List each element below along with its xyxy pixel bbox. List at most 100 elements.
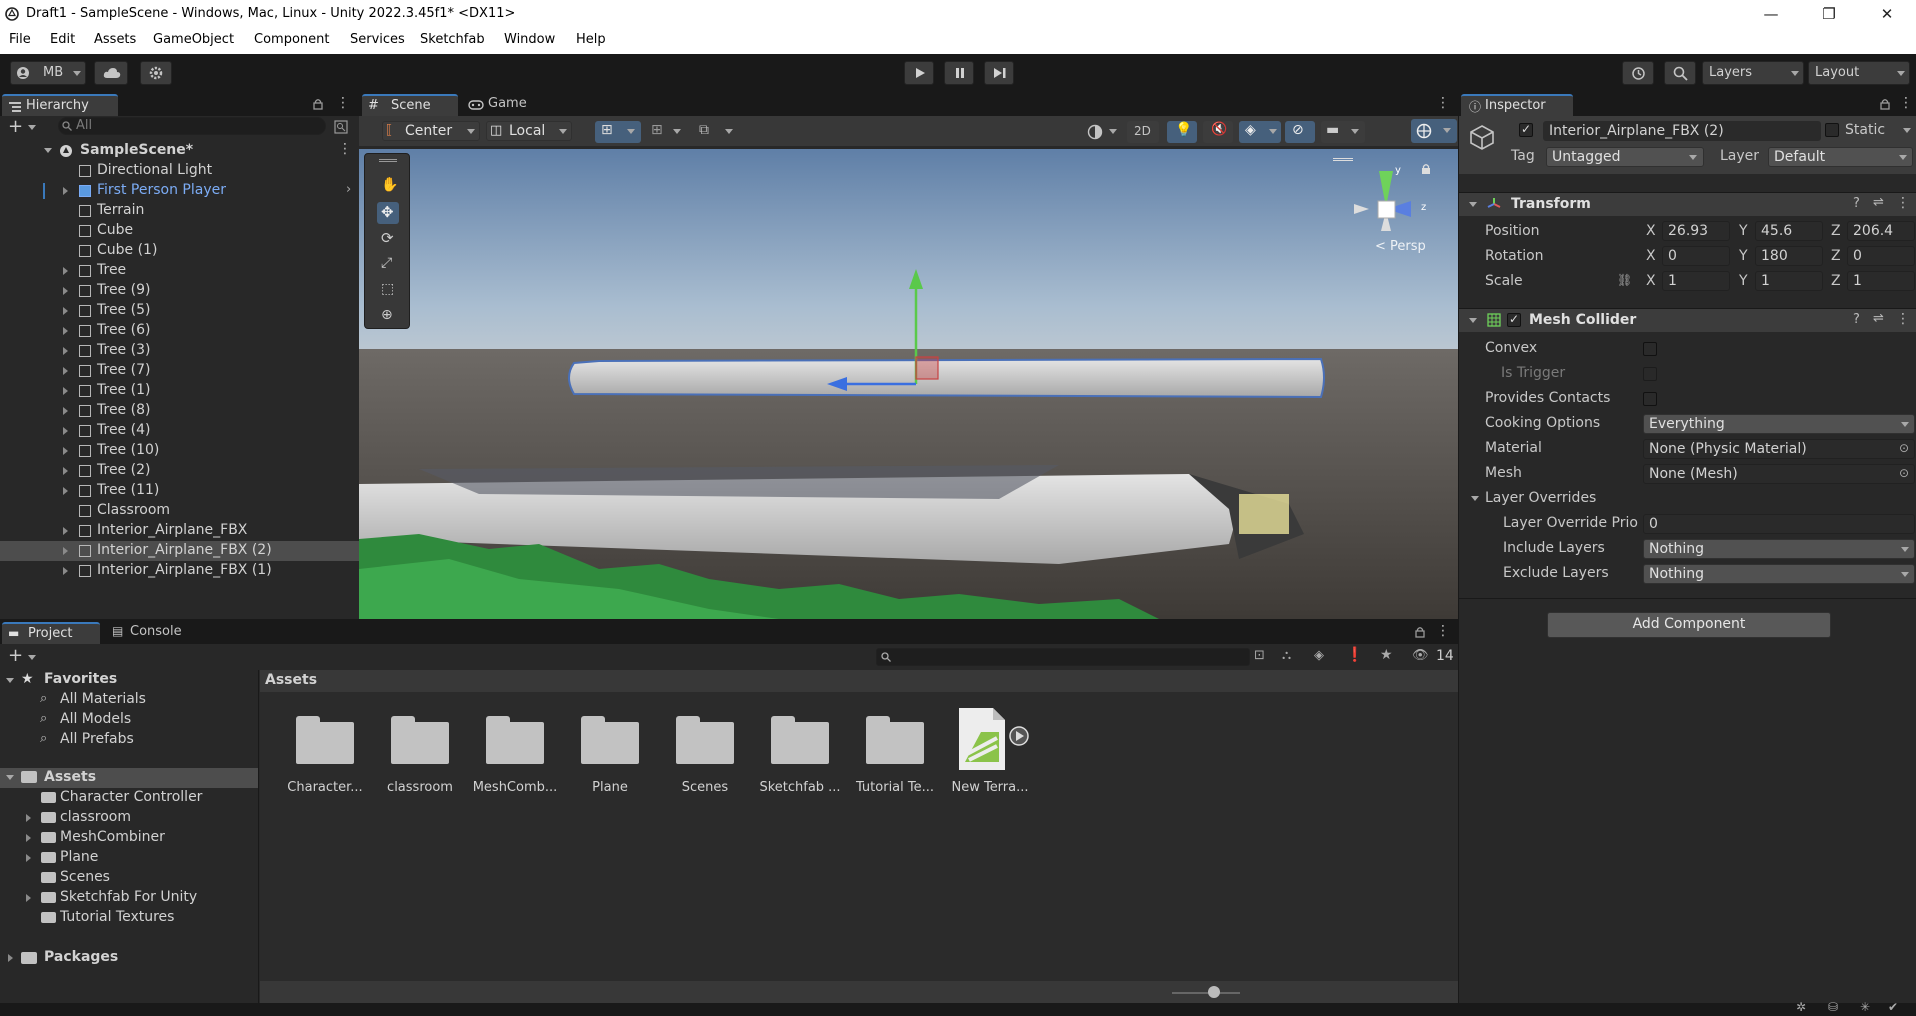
static-checkbox[interactable] [1825,123,1839,137]
grid-visibility-toggle[interactable]: ⊞ [647,121,685,143]
hierarchy-row[interactable]: Tree [0,261,359,281]
object-name-input[interactable]: Interior_Airplane_FBX (2) [1543,121,1821,141]
expand-arrow-icon[interactable] [26,854,31,862]
audio-toggle[interactable]: 🔇 [1203,121,1233,143]
kebab-menu-icon[interactable]: ⋮ [1436,623,1450,639]
help-icon[interactable]: ? [1853,312,1860,327]
space-dropdown[interactable]: ◫ Local [486,121,572,141]
preset-sliders-icon[interactable]: ⇌ [1873,311,1884,326]
expand-arrow-icon[interactable] [63,527,68,535]
add-icon[interactable]: + [8,116,23,137]
menu-component[interactable]: Component [254,32,329,47]
menu-edit[interactable]: Edit [50,32,75,47]
asset-grid-item[interactable]: Plane [565,700,655,810]
hierarchy-row[interactable]: Terrain [0,201,359,221]
tag-dropdown[interactable]: Untagged [1546,147,1704,167]
expand-arrow-icon[interactable] [63,547,68,555]
kebab-menu-icon[interactable]: ⋮ [1896,195,1910,211]
expand-arrow-icon[interactable] [63,327,68,335]
active-checkbox[interactable]: ✓ [1519,122,1533,137]
step-button[interactable] [984,61,1014,85]
settings-button[interactable] [140,61,172,85]
packages-label[interactable]: Packages [44,949,118,965]
tab-scene[interactable]: # Scene [362,94,458,116]
asset-grid-item[interactable]: classroom [375,700,465,810]
fav-all-prefabs[interactable]: All Prefabs [60,731,134,747]
expand-arrow-icon[interactable] [63,427,68,435]
asset-folder-row[interactable]: Character Controller [0,788,258,808]
draw-mode-dropdown[interactable] [1083,121,1121,143]
kebab-menu-icon[interactable]: ⋮ [1899,95,1913,111]
grid-snap-toggle[interactable]: ⊞ [595,121,641,143]
tab-game[interactable]: Game [464,94,544,116]
scene-visibility-toggle[interactable]: ⊘ [1285,121,1315,143]
open-prefab-chevron-icon[interactable]: › [346,182,351,197]
asset-grid-item[interactable]: New Terra... [945,700,1035,810]
filter-by-label-icon[interactable]: ◈ [1314,648,1324,663]
toggle-2d-button[interactable]: 2D [1127,121,1159,143]
asset-folder-row[interactable]: Plane [0,848,258,868]
hierarchy-row[interactable]: Tree (2) [0,461,359,481]
camera-dropdown[interactable]: ▬ [1321,121,1365,143]
check-circle-icon[interactable]: ✔ [1888,1000,1898,1014]
expand-arrow-icon[interactable] [63,487,68,495]
rotate-tool-button[interactable]: ⟳ [377,228,399,250]
mesh-collider-header[interactable]: ✓ Mesh Collider ? ⇌ ⋮ [1459,308,1916,332]
expand-arrow-icon[interactable] [63,347,68,355]
overlay-handle-icon[interactable] [379,159,397,162]
account-dropdown[interactable]: MB [10,61,86,85]
hidden-packages-eye-icon[interactable]: 👁 [1412,648,1429,663]
hierarchy-row[interactable]: Directional Light [0,161,359,181]
lighting-toggle[interactable]: 💡 [1167,121,1197,143]
transform-header[interactable]: Transform ? ⇌ ⋮ [1459,192,1916,216]
filter-by-importance-icon[interactable]: ❗ [1346,647,1363,663]
chevron-down-icon[interactable] [28,655,36,660]
hierarchy-row[interactable]: Tree (9) [0,281,359,301]
expand-arrow-icon[interactable] [8,954,13,962]
search-filter-icon[interactable] [334,120,348,134]
expand-arrow-icon[interactable] [44,148,52,153]
zoom-slider-track[interactable] [1172,992,1240,994]
debug-icon[interactable]: ✲ [1796,1000,1806,1014]
layer-dropdown[interactable]: Default [1768,147,1913,167]
expand-arrow-icon[interactable] [63,187,68,195]
hierarchy-search-input[interactable]: All [58,117,326,135]
expand-arrow-icon[interactable] [26,814,31,822]
preset-sliders-icon[interactable]: ⇌ [1873,195,1884,210]
hierarchy-row[interactable]: Tree (1) [0,381,359,401]
effects-dropdown[interactable]: ◈ [1239,121,1281,143]
move-tool-button[interactable]: ✥ [377,202,399,224]
collapse-arrow-icon[interactable] [1469,202,1477,207]
asset-grid-item[interactable]: MeshComb... [470,700,560,810]
scene-row[interactable]: SampleScene* ⋮ [0,141,359,161]
object-picker-icon[interactable]: ⊙ [1899,441,1909,455]
menu-services[interactable]: Services [350,32,405,47]
hierarchy-row[interactable]: Interior_Airplane_FBX [0,521,359,541]
cooking-options-dropdown[interactable]: Everything [1643,414,1915,434]
mesh-field[interactable]: None (Mesh) ⊙ [1643,464,1915,484]
hand-tool-button[interactable]: ✋ [377,176,399,198]
position-x-input[interactable]: 26.93 [1662,221,1730,241]
asset-folder-row[interactable]: Sketchfab For Unity [0,888,258,908]
position-y-input[interactable]: 45.6 [1755,221,1823,241]
layers-dropdown[interactable]: Layers [1702,61,1804,85]
asset-grid-item[interactable]: Scenes [660,700,750,810]
hierarchy-row[interactable]: Tree (10) [0,441,359,461]
asset-folder-row[interactable]: Tutorial Textures [0,908,258,928]
chevron-down-icon[interactable] [28,125,36,130]
hierarchy-row[interactable]: Cube [0,221,359,241]
minimize-button[interactable]: — [1744,0,1798,28]
hierarchy-row[interactable]: Tree (7) [0,361,359,381]
overlay-handle-icon[interactable] [1333,158,1353,161]
chevron-down-icon[interactable] [1903,128,1911,133]
search-by-type-icon[interactable]: ⊡ [1254,648,1265,663]
hierarchy-row[interactable]: Tree (4) [0,421,359,441]
kebab-menu-icon[interactable]: ⋮ [1436,95,1450,111]
expand-arrow-icon[interactable] [63,387,68,395]
tab-hierarchy[interactable]: Hierarchy [2,94,118,116]
mesh-collider-enabled-checkbox[interactable]: ✓ [1507,312,1521,327]
layer-overrides-label[interactable]: Layer Overrides [1485,490,1596,506]
pivot-dropdown[interactable]: ⟦ Center [382,121,480,141]
fav-all-materials[interactable]: All Materials [60,691,146,707]
scale-z-input[interactable]: 1 [1847,271,1915,291]
